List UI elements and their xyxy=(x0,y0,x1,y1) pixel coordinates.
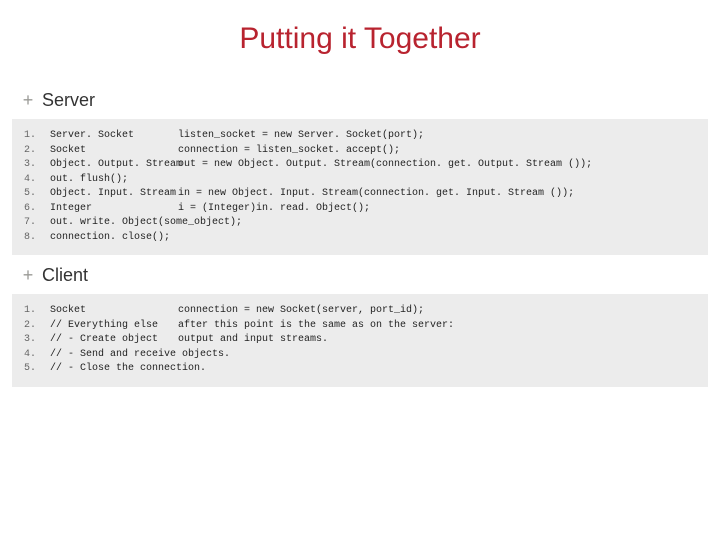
code-line: 4.out. flush(); xyxy=(24,173,696,188)
code-col1: Object. Output. Stream xyxy=(50,158,178,173)
code-col1: Socket xyxy=(50,304,178,319)
section-label-client: Client xyxy=(42,265,88,286)
line-number: 2. xyxy=(24,144,50,159)
slide-title: Putting it Together xyxy=(0,0,720,84)
code-line: 5.// - Close the connection. xyxy=(24,362,696,377)
section-header-server: + Server xyxy=(0,90,720,111)
line-number: 3. xyxy=(24,333,50,348)
code-col2: i = (Integer)in. read. Object(); xyxy=(178,202,370,217)
code-line: 5.Object. Input. Streamin = new Object. … xyxy=(24,187,696,202)
code-col2: out = new Object. Output. Stream(connect… xyxy=(178,158,592,173)
bullet-icon: + xyxy=(22,265,34,286)
code-col1: // Everything else xyxy=(50,319,178,334)
line-number: 5. xyxy=(24,362,50,377)
code-line: 3.// - Create objectoutput and input str… xyxy=(24,333,696,348)
bullet-icon: + xyxy=(22,90,34,111)
code-line: 3.Object. Output. Streamout = new Object… xyxy=(24,158,696,173)
code-col2: connection = listen_socket. accept(); xyxy=(178,144,400,159)
code-text: // - Close the connection. xyxy=(50,362,206,377)
line-number: 5. xyxy=(24,187,50,202)
code-block-server: 1.Server. Socketlisten_socket = new Serv… xyxy=(12,119,708,255)
code-line: 4.// - Send and receive objects. xyxy=(24,348,696,363)
code-line: 1.Server. Socketlisten_socket = new Serv… xyxy=(24,129,696,144)
code-text: connection. close(); xyxy=(50,231,170,246)
code-line: 1.Socketconnection = new Socket(server, … xyxy=(24,304,696,319)
code-text: // - Send and receive objects. xyxy=(50,348,230,363)
code-block-client: 1.Socketconnection = new Socket(server, … xyxy=(12,294,708,387)
section-label-server: Server xyxy=(42,90,95,111)
line-number: 4. xyxy=(24,348,50,363)
line-number: 3. xyxy=(24,158,50,173)
section-header-client: + Client xyxy=(0,265,720,286)
line-number: 6. xyxy=(24,202,50,217)
code-col2: after this point is the same as on the s… xyxy=(178,319,454,334)
code-line: 7.out. write. Object(some_object); xyxy=(24,216,696,231)
line-number: 1. xyxy=(24,304,50,319)
code-col2: in = new Object. Input. Stream(connectio… xyxy=(178,187,574,202)
line-number: 2. xyxy=(24,319,50,334)
code-col2: connection = new Socket(server, port_id)… xyxy=(178,304,424,319)
code-col1: Server. Socket xyxy=(50,129,178,144)
code-line: 6.Integeri = (Integer)in. read. Object()… xyxy=(24,202,696,217)
code-col2: listen_socket = new Server. Socket(port)… xyxy=(178,129,424,144)
code-col1: Integer xyxy=(50,202,178,217)
line-number: 1. xyxy=(24,129,50,144)
code-text: out. write. Object(some_object); xyxy=(50,216,242,231)
code-col2: output and input streams. xyxy=(178,333,328,348)
code-line: 8.connection. close(); xyxy=(24,231,696,246)
line-number: 7. xyxy=(24,216,50,231)
code-line: 2.Socketconnection = listen_socket. acce… xyxy=(24,144,696,159)
code-text: out. flush(); xyxy=(50,173,128,188)
code-col1: Object. Input. Stream xyxy=(50,187,178,202)
line-number: 8. xyxy=(24,231,50,246)
code-col1: Socket xyxy=(50,144,178,159)
line-number: 4. xyxy=(24,173,50,188)
code-col1: // - Create object xyxy=(50,333,178,348)
code-line: 2.// Everything elseafter this point is … xyxy=(24,319,696,334)
